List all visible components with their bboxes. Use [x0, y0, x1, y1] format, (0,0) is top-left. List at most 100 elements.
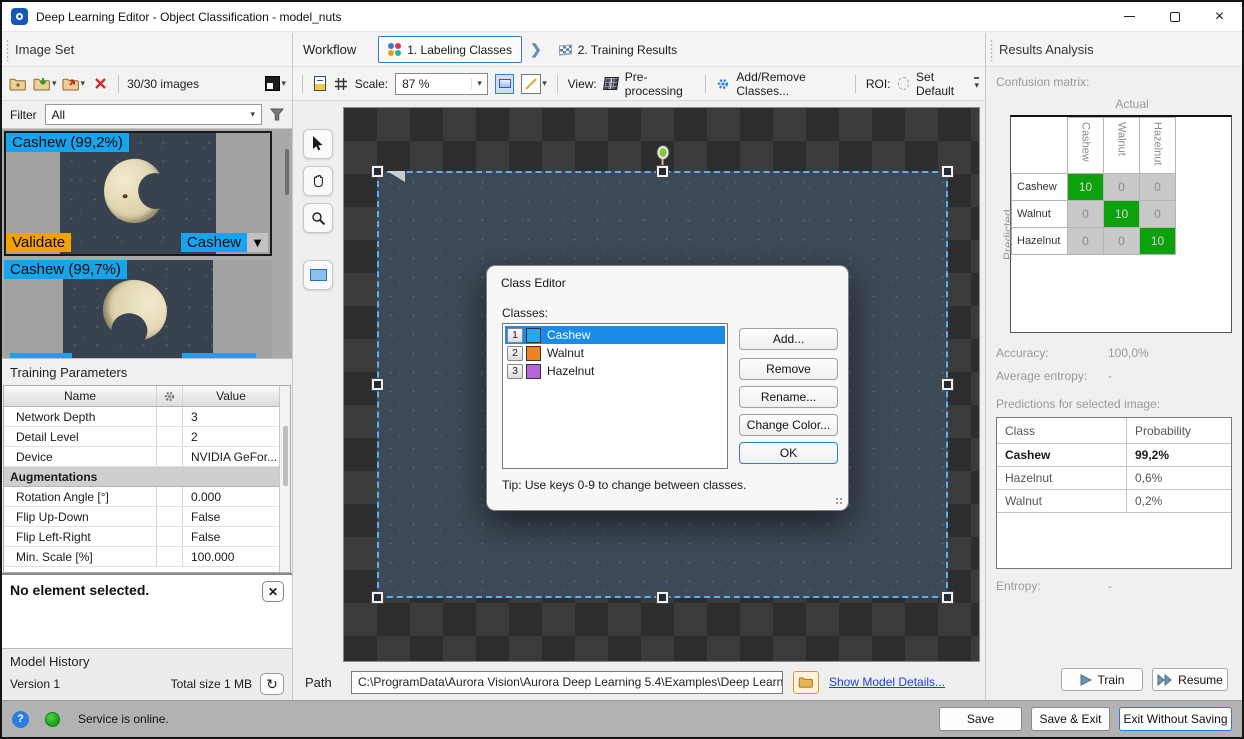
tab-labeling-classes[interactable]: 1. Labeling Classes — [378, 36, 522, 63]
resume-button[interactable]: Resume — [1152, 668, 1228, 691]
assigned-class-control[interactable]: Cashew ▼ — [181, 233, 268, 252]
shape-overlay-button[interactable]: ▾ — [521, 76, 547, 92]
matrix-cell[interactable]: 10 — [1140, 228, 1176, 255]
close-button[interactable]: × — [1197, 2, 1242, 31]
class-item-cashew[interactable]: 1 Cashew — [505, 326, 725, 344]
class-item-walnut[interactable]: 2 Walnut — [505, 344, 725, 362]
image-canvas[interactable]: Class Editor Classes: 1 Cashew 2 — [343, 107, 980, 662]
param-value[interactable]: 100.000 — [183, 547, 279, 566]
fit-to-window-button[interactable] — [334, 76, 348, 92]
matrix-cell[interactable]: 0 — [1104, 228, 1140, 255]
refresh-history-button[interactable]: ↻ — [260, 673, 284, 695]
filter-funnel-icon[interactable] — [270, 108, 284, 121]
roi-rect-tool-button[interactable] — [303, 260, 333, 290]
image-set-panel: Image Set ▾ ▾ 30/30 images — [2, 33, 293, 700]
report-button[interactable] — [313, 76, 327, 92]
add-images-button[interactable] — [8, 72, 28, 96]
param-row[interactable]: Detail Level 2 — [4, 427, 279, 447]
prediction-row[interactable]: Cashew 99,2% — [997, 444, 1231, 467]
param-value[interactable]: 3 — [183, 407, 279, 426]
matrix-cell[interactable]: 0 — [1140, 174, 1176, 201]
delete-image-button[interactable] — [90, 72, 110, 96]
scale-combobox[interactable]: 87 % ▾ — [395, 73, 488, 95]
tab-training-results[interactable]: 2. Training Results — [550, 36, 686, 63]
export-images-button[interactable]: ▾ — [62, 72, 86, 96]
assigned-class-label: Cashew — [181, 233, 247, 252]
rename-class-button[interactable]: Rename... — [739, 386, 838, 408]
thumbnail-cashew-1[interactable]: Cashew (99,2%) Validate Cashew ▼ — [4, 131, 272, 256]
classes-listbox[interactable]: 1 Cashew 2 Walnut 3 — [502, 323, 728, 469]
save-and-exit-button[interactable]: Save & Exit — [1031, 707, 1110, 731]
toolbar-overflow-button[interactable]: ▾ — [974, 77, 979, 91]
add-remove-classes-button[interactable]: Add/Remove Classes... — [736, 70, 845, 98]
drag-grip-icon[interactable] — [990, 39, 993, 61]
matrix-cell[interactable]: 0 — [1068, 228, 1104, 255]
maximize-button[interactable] — [1152, 2, 1197, 31]
resize-handle-bottom-left[interactable] — [372, 592, 383, 603]
param-value[interactable]: False — [183, 507, 279, 526]
param-row[interactable]: Flip Up-Down False — [4, 507, 279, 527]
column-name[interactable]: Name — [4, 386, 157, 406]
set-default-roi-button[interactable]: Set Default — [916, 70, 967, 98]
param-value[interactable]: 2 — [183, 427, 279, 446]
prediction-row[interactable]: Walnut 0,2% — [997, 490, 1231, 513]
minimize-button[interactable] — [1107, 2, 1152, 31]
cashew-image — [98, 275, 171, 345]
prediction-probability: 99,2% — [1127, 448, 1169, 462]
settings-column[interactable] — [157, 386, 183, 406]
resize-handle-top-left[interactable] — [372, 166, 383, 177]
image-view-button[interactable] — [495, 74, 514, 94]
resize-handle-mid-left[interactable] — [372, 379, 383, 390]
change-color-button[interactable]: Change Color... — [739, 414, 838, 436]
cursor-arrow-icon — [311, 136, 325, 152]
matrix-cell[interactable]: 0 — [1104, 174, 1140, 201]
param-row[interactable]: Flip Left-Right False — [4, 527, 279, 547]
path-input[interactable]: C:\ProgramData\Aurora Vision\Aurora Deep… — [351, 671, 783, 694]
resize-handle-bottom-mid[interactable] — [657, 592, 668, 603]
import-images-button[interactable]: ▾ — [33, 72, 57, 96]
thumbnail-scrollbar[interactable] — [282, 143, 291, 343]
matrix-cell[interactable]: 10 — [1068, 174, 1104, 201]
prediction-class: Walnut — [997, 490, 1127, 512]
ok-button[interactable]: OK — [739, 442, 838, 464]
validate-label[interactable]: Validate — [6, 233, 71, 252]
browse-path-button[interactable] — [793, 671, 819, 694]
resize-handle-top-right[interactable] — [942, 166, 953, 177]
column-value[interactable]: Value — [183, 386, 279, 406]
param-row[interactable]: Rotation Angle [°] 0.000 — [4, 487, 279, 507]
matrix-cell[interactable]: 0 — [1140, 201, 1176, 228]
resize-handle-top-mid[interactable] — [657, 166, 668, 177]
params-scrollbar[interactable] — [279, 386, 290, 572]
param-gear-cell — [157, 547, 183, 566]
param-value[interactable]: 0.000 — [183, 487, 279, 506]
thumbnail-cashew-2[interactable]: Cashew (99,7%) — [4, 260, 272, 358]
class-dropdown-icon[interactable]: ▼ — [247, 233, 268, 252]
resize-handle-bottom-right[interactable] — [942, 592, 953, 603]
save-button[interactable]: Save — [939, 707, 1022, 731]
close-selection-button[interactable]: ✕ — [262, 581, 284, 602]
param-row[interactable]: Min. Scale [%] 100.000 — [4, 547, 279, 567]
matrix-cell[interactable]: 10 — [1104, 201, 1140, 228]
preview-mode-button[interactable]: ▾ — [265, 72, 286, 96]
exit-without-saving-button[interactable]: Exit Without Saving — [1119, 707, 1232, 731]
train-button[interactable]: Train — [1061, 668, 1143, 691]
filter-select[interactable]: All ▾ — [45, 104, 262, 125]
pan-tool-button[interactable] — [303, 166, 333, 196]
param-value[interactable]: False — [183, 527, 279, 546]
remove-class-button[interactable]: Remove — [739, 358, 838, 380]
preprocessing-button[interactable]: Pre-processing — [625, 70, 695, 98]
resize-handle-mid-right[interactable] — [942, 379, 953, 390]
prediction-row[interactable]: Hazelnut 0,6% — [997, 467, 1231, 490]
add-class-button[interactable]: Add... — [739, 328, 838, 350]
select-tool-button[interactable] — [303, 129, 333, 159]
drag-grip-icon[interactable] — [6, 39, 9, 61]
matrix-cell[interactable]: 0 — [1068, 201, 1104, 228]
param-row[interactable]: Network Depth 3 — [4, 407, 279, 427]
param-row[interactable]: Device NVIDIA GeFor... — [4, 447, 279, 467]
resize-grip-icon[interactable] — [835, 497, 843, 505]
class-item-hazelnut[interactable]: 3 Hazelnut — [505, 362, 725, 380]
zoom-tool-button[interactable] — [303, 203, 333, 233]
help-button[interactable]: ? — [12, 711, 29, 728]
show-model-details-link[interactable]: Show Model Details... — [829, 675, 945, 689]
param-value[interactable]: NVIDIA GeFor... — [183, 447, 279, 466]
